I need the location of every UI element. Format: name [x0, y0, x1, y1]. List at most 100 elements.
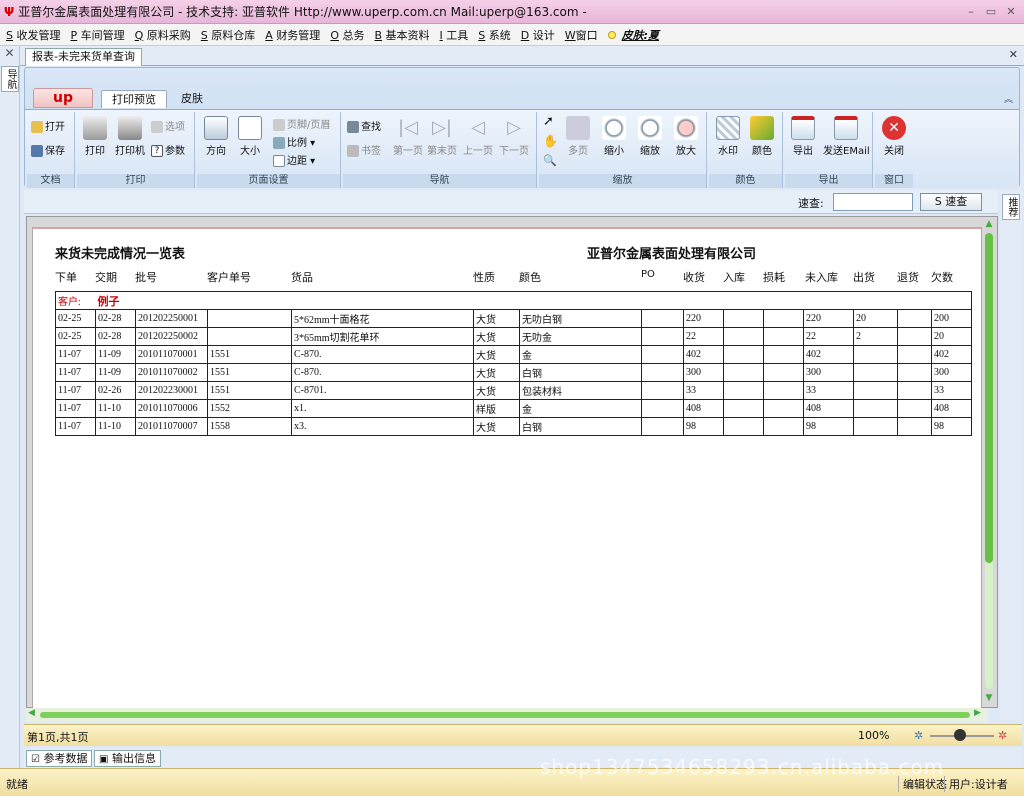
menu-shoufa[interactable]: S 收发管理: [6, 27, 60, 43]
hand-tool-button[interactable]: ✋: [543, 134, 558, 148]
orientation-button[interactable]: 方向: [203, 116, 229, 157]
zoom-thumb[interactable]: [954, 729, 966, 741]
menu-jiben-ziliao[interactable]: B 基本资料: [374, 27, 429, 43]
first-page-button[interactable]: |◁ 第一页: [393, 116, 423, 157]
print-button[interactable]: 打印: [81, 116, 109, 157]
zoom-in-button[interactable]: 放大: [673, 116, 699, 157]
next-page-button[interactable]: ▷ 下一页: [499, 116, 529, 157]
tab-reference-data[interactable]: ☑ 参考数据: [26, 750, 93, 767]
close-tab-icon[interactable]: ✕: [1009, 48, 1018, 61]
menu-yuanliao-cangku[interactable]: S 原料仓库: [201, 27, 255, 43]
watermark-icon: [716, 116, 740, 140]
open-button[interactable]: 打开: [31, 118, 65, 133]
quick-search-input[interactable]: [833, 193, 913, 211]
quick-search-button[interactable]: S 速查: [920, 193, 982, 211]
tab-skin[interactable]: 皮肤: [171, 90, 213, 108]
table-cell: 02-26: [95, 381, 136, 400]
table-cell: 11-07: [55, 417, 96, 436]
scale-button[interactable]: 比例 ▾: [273, 134, 315, 149]
zoom-in-gear-icon[interactable]: ✲: [998, 729, 1007, 742]
tools-icon[interactable]: ✕: [0, 46, 19, 64]
params-button[interactable]: ? 参数: [151, 142, 185, 157]
export-button[interactable]: 导出: [789, 116, 817, 157]
table-cell: 金: [519, 345, 642, 364]
magnify-tool-button[interactable]: 🔍: [543, 154, 557, 167]
customer-name: 例子: [95, 291, 972, 310]
hscroll-thumb[interactable]: [40, 712, 970, 718]
table-cell: x3.: [291, 417, 474, 436]
tab-output-info[interactable]: ▣ 输出信息: [94, 750, 161, 767]
header-footer-button[interactable]: 页脚/页眉: [273, 116, 330, 131]
group-print: 打印 打印机 选项 ? 参数 打印: [77, 112, 195, 188]
vertical-scrollbar[interactable]: ▲ ▼: [983, 219, 995, 705]
table-cell: 大货: [473, 363, 520, 382]
pointer-tool-button[interactable]: ➚: [543, 114, 554, 129]
menu-zongwu[interactable]: O 总务: [330, 27, 364, 43]
zoom-slider[interactable]: ✲ ✲: [914, 729, 1012, 743]
menu-chuangkou[interactable]: W窗口: [565, 27, 598, 43]
menu-skin[interactable]: 皮肤:夏: [622, 27, 659, 43]
column-header: 交期: [95, 271, 117, 284]
last-page-button[interactable]: ▷| 第末页: [427, 116, 457, 157]
table-cell: 200: [931, 309, 972, 328]
app-menu-button[interactable]: up: [33, 88, 93, 108]
printer-button[interactable]: 打印机: [113, 116, 147, 157]
table-cell: 220: [683, 309, 724, 328]
options-button[interactable]: 选项: [151, 118, 185, 133]
find-button[interactable]: 查找: [347, 118, 381, 133]
save-button[interactable]: 保存: [31, 142, 65, 157]
page-orientation-icon: [204, 116, 228, 140]
table-cell: 220: [803, 309, 854, 328]
tab-report[interactable]: 报表-未完来货单查询: [25, 48, 142, 66]
scroll-up-icon[interactable]: ▲: [983, 219, 995, 229]
table-cell: 408: [803, 399, 854, 418]
menu-key: D: [520, 28, 530, 42]
multi-page-button[interactable]: 多页: [565, 116, 591, 157]
zoom-label: 缩放: [640, 146, 660, 157]
menu-gongju[interactable]: I 工具: [440, 27, 469, 43]
multi-page-label: 多页: [568, 146, 588, 157]
menu-label: 原料采购: [146, 28, 191, 42]
table-cell: 1558: [207, 417, 292, 436]
table-cell: 02-25: [55, 327, 96, 346]
margins-button[interactable]: 边距 ▾: [273, 152, 315, 167]
table-cell: C-870.: [291, 345, 474, 364]
menu-caiwu[interactable]: A 财务管理: [265, 27, 320, 43]
table-cell: C-870.: [291, 363, 474, 382]
zoom-out-gear-icon[interactable]: ✲: [914, 729, 923, 742]
menu-sheji[interactable]: D 设计: [521, 27, 555, 43]
restore-button[interactable]: ▭: [982, 3, 1000, 19]
minimize-button[interactable]: –: [962, 3, 980, 19]
report-title: 来货未完成情况一览表: [55, 247, 186, 262]
checkbox-icon: ☑: [31, 754, 40, 765]
menu-xitong[interactable]: S 系统: [478, 27, 510, 43]
prev-page-button[interactable]: ◁ 上一页: [463, 116, 493, 157]
watermark-button[interactable]: 水印: [715, 116, 741, 157]
bookmark-button[interactable]: 书签: [347, 142, 381, 157]
options-icon: [151, 121, 163, 133]
scroll-left-icon[interactable]: ◀: [28, 708, 35, 718]
send-email-button[interactable]: 发送EMail: [823, 116, 870, 157]
size-button[interactable]: 大小: [237, 116, 263, 157]
recommend-panel-toggle[interactable]: 推荐: [1002, 194, 1020, 220]
collapse-ribbon-icon[interactable]: ︽: [1004, 92, 1013, 105]
scroll-down-icon[interactable]: ▼: [983, 693, 995, 703]
close-preview-button[interactable]: ✕ 关闭: [881, 116, 907, 157]
nav-panel-toggle[interactable]: 导航: [1, 66, 19, 92]
table-cell: [641, 345, 684, 364]
color-button[interactable]: 颜色: [749, 116, 775, 157]
menu-chejian[interactable]: P 车间管理: [70, 27, 124, 43]
table-row: 02-25 02-28 201202250001 5*62mm十面格花 大货 无叻白钢 22…: [55, 309, 972, 328]
save-label: 保存: [45, 146, 65, 157]
table-cell: [763, 327, 804, 346]
scroll-thumb[interactable]: [985, 233, 993, 563]
tab-print-preview[interactable]: 打印预览: [101, 90, 167, 108]
table-cell: 33: [803, 381, 854, 400]
zoom-button[interactable]: 缩放: [637, 116, 663, 157]
menu-yuanliao-caigou[interactable]: Q 原料采购: [135, 27, 191, 43]
horizontal-scrollbar[interactable]: ◀ ▶: [26, 708, 988, 722]
group-window: ✕ 关闭 窗口: [875, 112, 913, 188]
close-window-button[interactable]: ✕: [1002, 3, 1020, 19]
scroll-right-icon[interactable]: ▶: [974, 708, 981, 718]
zoom-out-button[interactable]: 缩小: [601, 116, 627, 157]
